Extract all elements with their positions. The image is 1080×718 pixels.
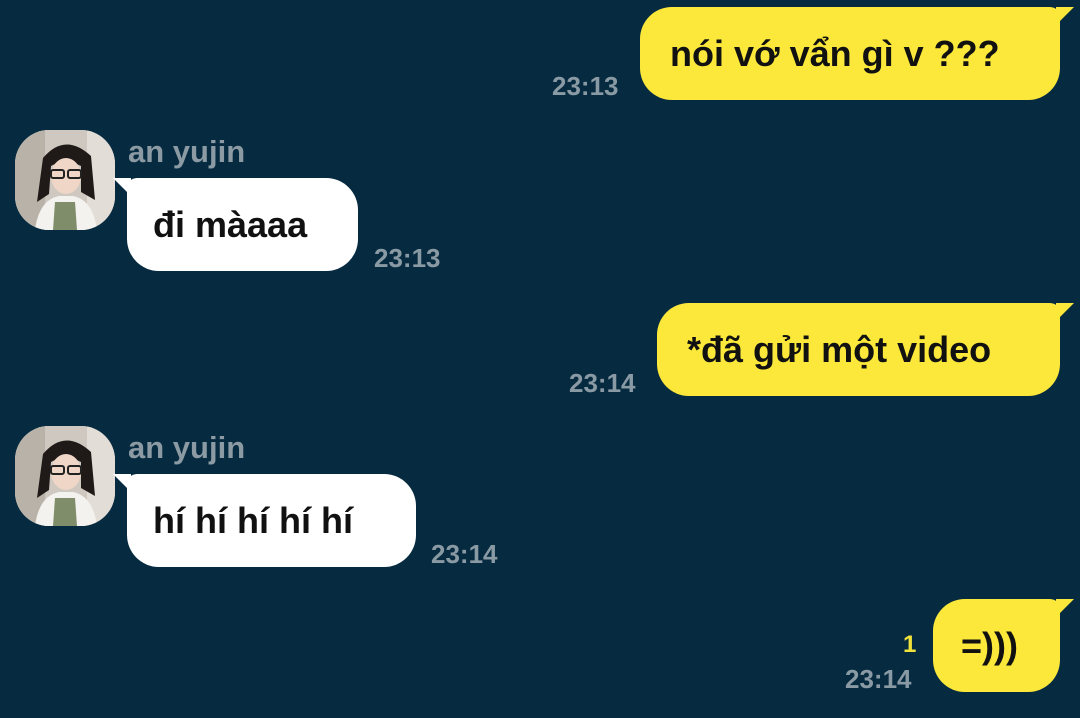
profile-photo-icon bbox=[15, 130, 115, 230]
message-text: hí hí hí hí hí bbox=[153, 499, 353, 541]
unread-count-badge: 1 bbox=[903, 631, 917, 658]
message-text: đi màaaa bbox=[153, 203, 308, 245]
incoming-message-bubble[interactable]: đi màaaa bbox=[113, 178, 358, 271]
message-text: nói vớ vẩn gì v ??? bbox=[670, 32, 1000, 74]
avatar[interactable] bbox=[15, 130, 115, 230]
profile-photo-icon bbox=[15, 426, 115, 526]
sender-name: an yujin bbox=[128, 134, 246, 169]
message-timestamp: 23:14 bbox=[569, 368, 636, 398]
message-timestamp: 23:13 bbox=[374, 243, 441, 273]
incoming-message-bubble[interactable]: hí hí hí hí hí bbox=[113, 474, 416, 567]
message-timestamp: 23:14 bbox=[431, 539, 498, 569]
message-text: =))) bbox=[961, 624, 1018, 666]
outgoing-message-bubble[interactable]: nói vớ vẩn gì v ??? bbox=[640, 7, 1074, 100]
message-timestamp: 23:14 bbox=[845, 664, 912, 694]
message-text: *đã gửi một video bbox=[687, 328, 992, 370]
avatar[interactable] bbox=[15, 426, 115, 526]
outgoing-message-bubble[interactable]: *đã gửi một video bbox=[657, 303, 1074, 396]
outgoing-message-bubble[interactable]: =))) bbox=[933, 599, 1074, 692]
sender-name: an yujin bbox=[128, 430, 246, 465]
chat-thread: 23:13 nói vớ vẩn gì v ??? an yujin đi mà… bbox=[0, 0, 1080, 718]
message-timestamp: 23:13 bbox=[552, 71, 619, 101]
